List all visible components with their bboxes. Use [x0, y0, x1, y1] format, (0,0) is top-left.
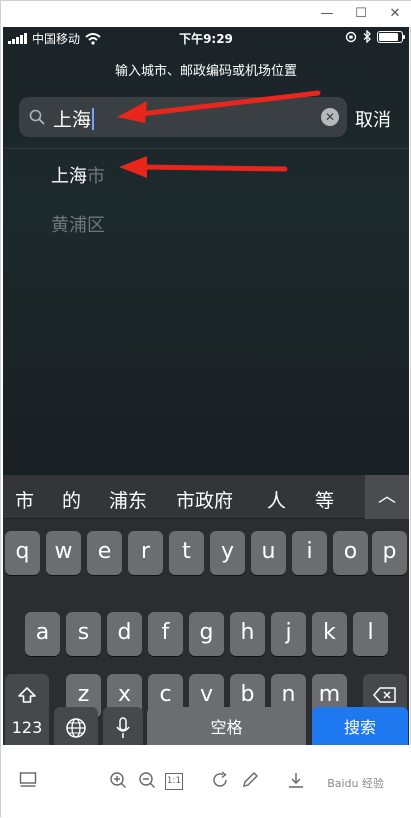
rotation-lock-icon: [345, 31, 357, 42]
annotation-arrow: [119, 156, 288, 178]
expand-candidates-button[interactable]: ︿: [365, 475, 409, 519]
keyboard: 市 的 浦东 市政府 人 等 ︿ q w e r t y u i o p a s…: [3, 475, 409, 745]
zoom-in-icon[interactable]: [107, 771, 129, 793]
key-i[interactable]: i: [292, 531, 327, 575]
annotation-arrow: [117, 90, 321, 123]
key-o[interactable]: o: [333, 531, 368, 575]
key-s[interactable]: s: [66, 612, 101, 656]
backspace-icon: [373, 687, 396, 703]
clear-icon[interactable]: ✕: [321, 108, 339, 126]
key-h[interactable]: h: [230, 612, 265, 656]
key-u[interactable]: u: [251, 531, 286, 575]
download-icon[interactable]: [285, 771, 307, 793]
candidate[interactable]: 等: [315, 486, 334, 513]
key-d[interactable]: d: [107, 612, 142, 656]
app-window: — ☐ ✕ 中国移动 下午9:29 输入城市、邮政编码或机场位置 上海 ✕ 取消…: [0, 0, 411, 818]
divider: [3, 148, 409, 149]
candidate[interactable]: 市政府: [176, 486, 233, 513]
actual-size-button[interactable]: 1:1: [165, 773, 183, 790]
edit-icon[interactable]: [239, 771, 261, 793]
key-f[interactable]: f: [148, 612, 183, 656]
watermark: Baidu 经验: [327, 777, 384, 790]
candidate[interactable]: 的: [62, 486, 81, 513]
result-item[interactable]: 黄浦区: [51, 211, 105, 237]
rotate-icon[interactable]: [209, 771, 231, 793]
key-a[interactable]: a: [25, 612, 60, 656]
key-y[interactable]: y: [210, 531, 245, 575]
phone-screen: 中国移动 下午9:29 输入城市、邮政编码或机场位置 上海 ✕ 取消 上海市 黄…: [3, 27, 409, 745]
candidate[interactable]: 浦东: [109, 486, 147, 513]
key-e[interactable]: e: [87, 531, 122, 575]
close-window-button[interactable]: ✕: [385, 4, 405, 24]
search-icon: [29, 109, 45, 125]
search-hint: 输入城市、邮政编码或机场位置: [114, 64, 297, 79]
candidate[interactable]: 人: [267, 486, 286, 513]
key-k[interactable]: k: [312, 612, 347, 656]
key-r[interactable]: r: [128, 531, 163, 575]
status-bar: 中国移动 下午9:29: [3, 27, 409, 49]
maximize-button[interactable]: ☐: [351, 4, 371, 24]
key-w[interactable]: w: [46, 531, 81, 575]
result-item[interactable]: 上海市: [51, 162, 105, 188]
layout-icon[interactable]: [17, 771, 39, 793]
key-t[interactable]: t: [169, 531, 204, 575]
zoom-out-icon[interactable]: [136, 771, 158, 793]
cancel-button[interactable]: 取消: [355, 106, 391, 132]
key-g[interactable]: g: [189, 612, 224, 656]
key-l[interactable]: l: [353, 612, 388, 656]
viewer-toolbar: 1:1 Baidu 经验: [1, 745, 411, 818]
globe-icon: [66, 718, 86, 738]
microphone-icon: [116, 717, 130, 738]
key-j[interactable]: j: [271, 612, 306, 656]
key-p[interactable]: p: [372, 531, 407, 575]
battery-icon: [377, 30, 405, 43]
text-caret: [92, 108, 95, 130]
minimize-button[interactable]: —: [317, 4, 337, 24]
key-q[interactable]: q: [5, 531, 40, 575]
search-input[interactable]: 上海: [53, 105, 95, 132]
window-titlebar: — ☐ ✕: [1, 1, 411, 27]
shift-icon: [18, 687, 36, 703]
bluetooth-icon: [363, 30, 371, 43]
candidate-bar: 市 的 浦东 市政府 人 等 ︿: [3, 475, 409, 519]
candidate[interactable]: 市: [15, 486, 34, 513]
